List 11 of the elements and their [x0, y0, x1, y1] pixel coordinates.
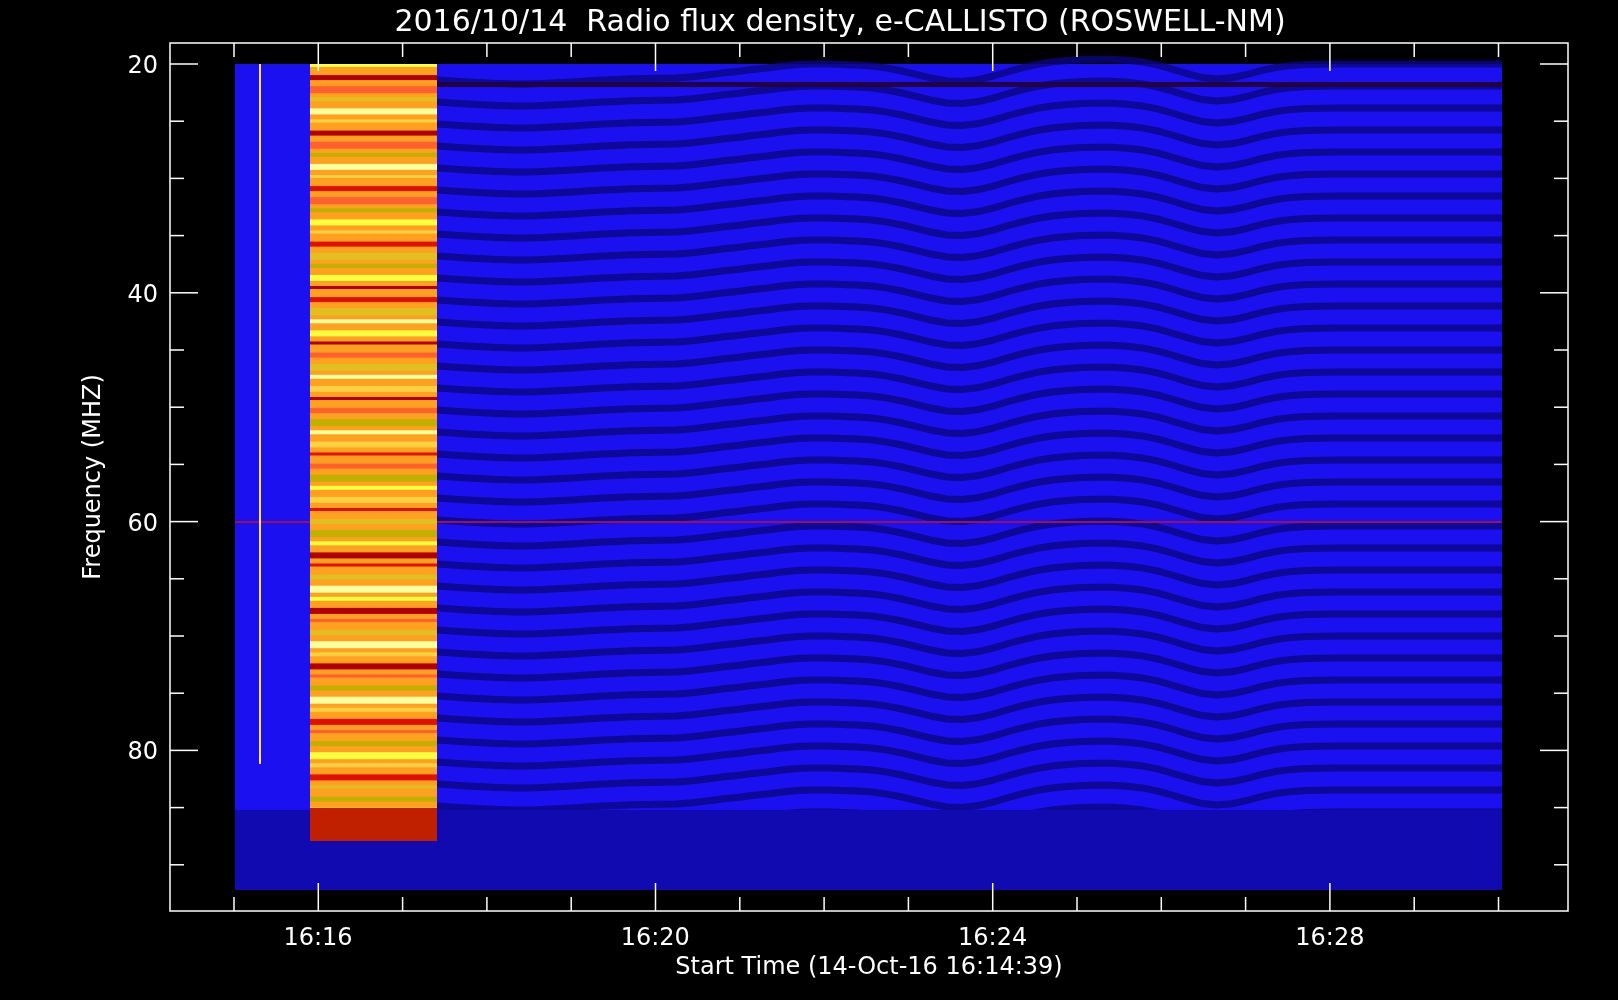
- plot-title: 2016/10/14 Radio flux density, e-CALLISTO (ROSWELL-NM): [394, 3, 1286, 38]
- y-tick-label: 40: [127, 279, 158, 308]
- x-tick-label: 16:24: [958, 923, 1028, 951]
- x-tick-label: 16:16: [283, 923, 353, 951]
- y-tick-label: 20: [127, 51, 158, 79]
- y-tick-label: 60: [127, 508, 158, 537]
- y-tick-label: 80: [127, 737, 158, 766]
- x-axis-label: Start Time (14-Oct-16 16:14:39): [675, 952, 1063, 980]
- x-tick-label: 16:20: [620, 923, 690, 951]
- x-tick-label: 16:28: [1295, 923, 1365, 951]
- y-axis-label: Frequency (MHZ): [78, 374, 106, 580]
